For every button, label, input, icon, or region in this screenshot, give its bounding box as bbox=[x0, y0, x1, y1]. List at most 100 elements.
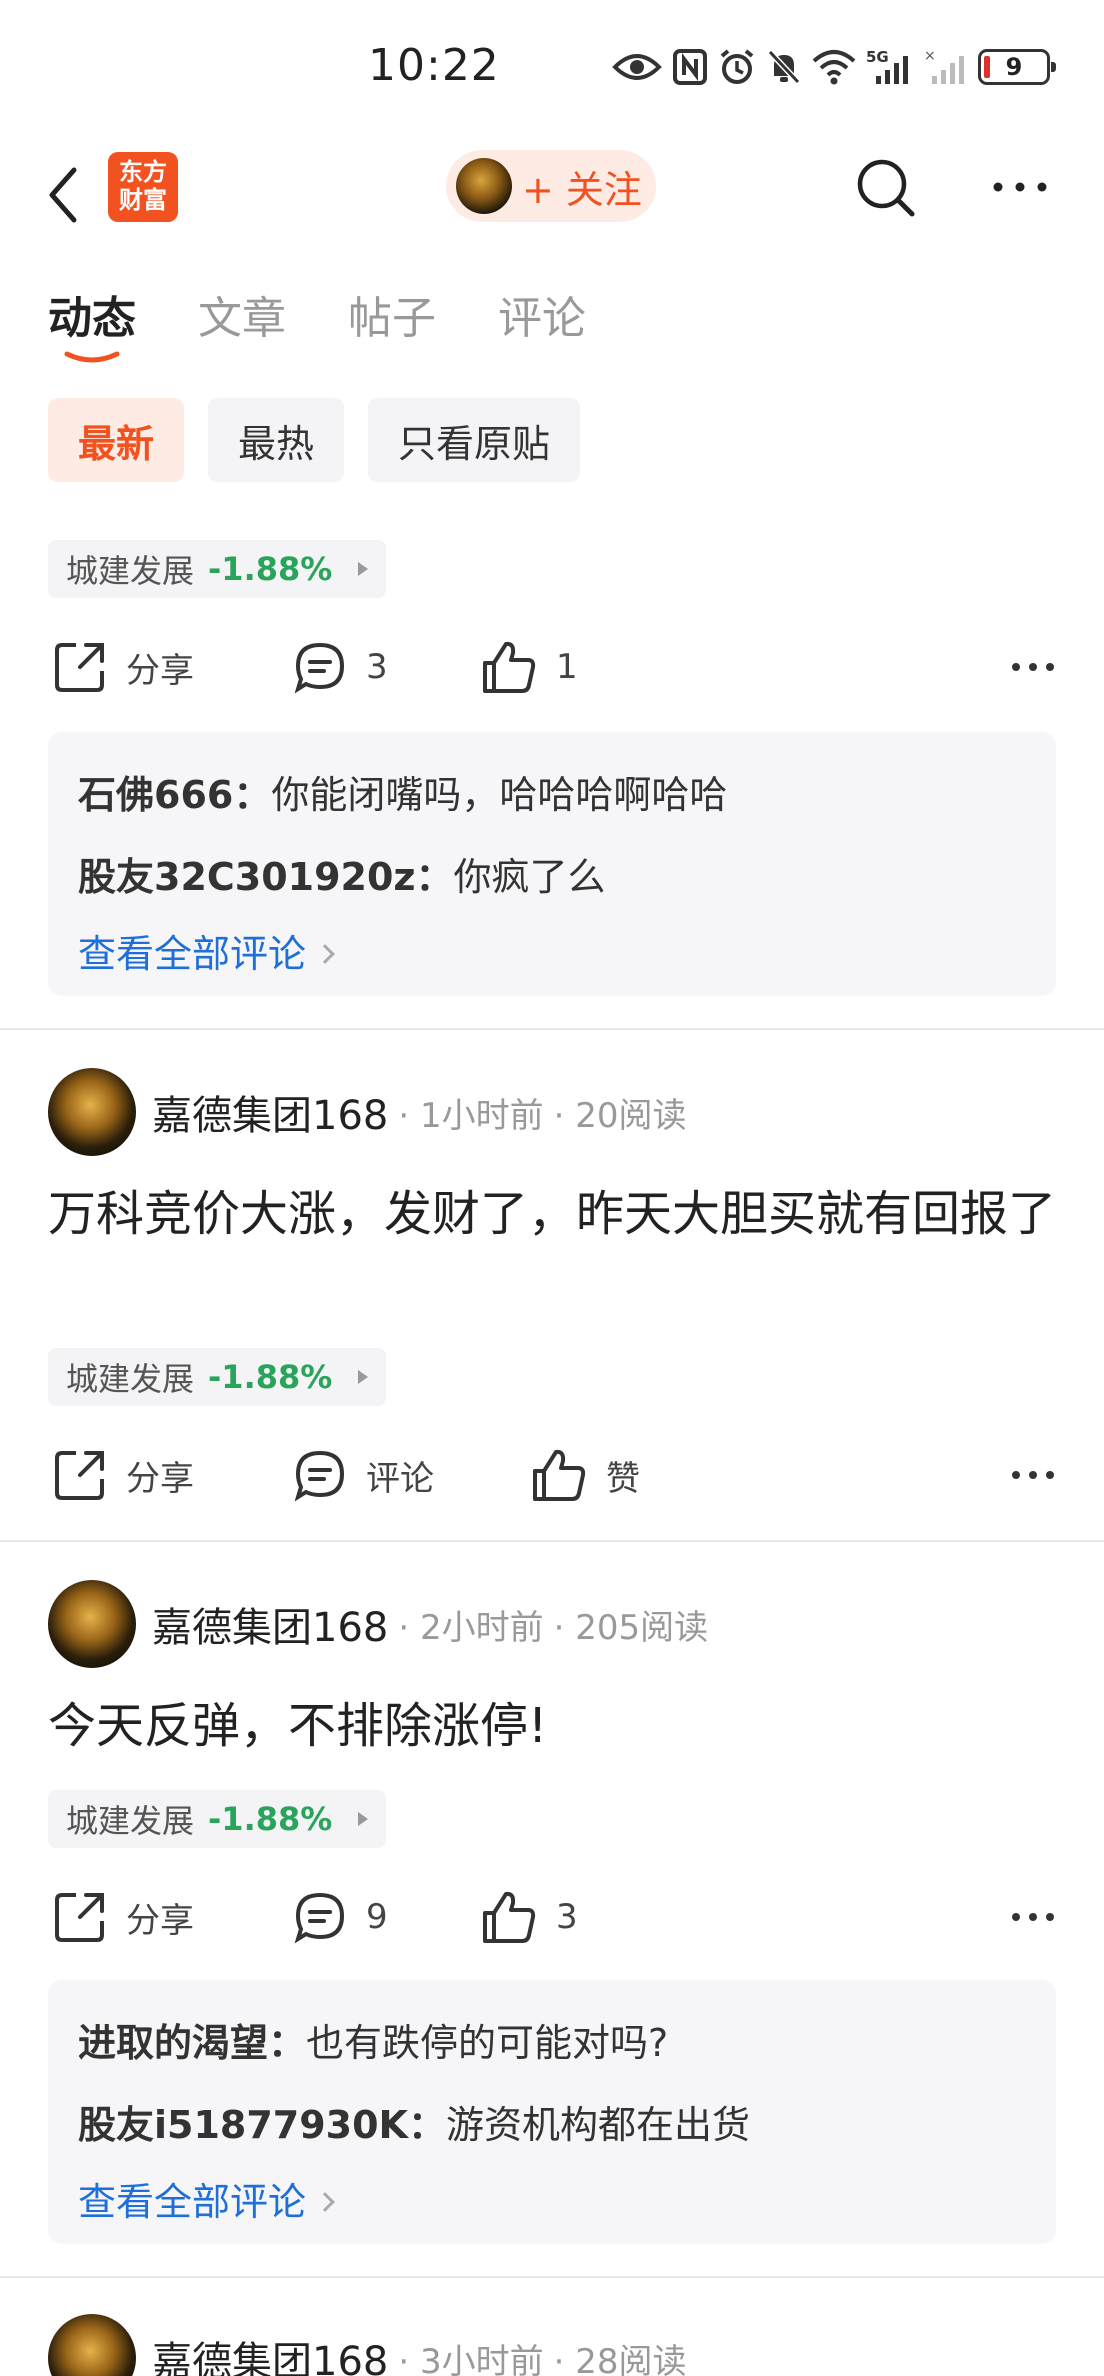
share-icon bbox=[55, 1893, 104, 1942]
commenter-name[interactable]: 进取的渴望 bbox=[78, 2021, 268, 2065]
post-actions: 分享 3 1 bbox=[48, 632, 1056, 702]
like-button[interactable]: 3 bbox=[480, 1882, 578, 1952]
tab-articles[interactable]: 文章 bbox=[198, 282, 286, 346]
commenter-name[interactable]: 股友32C301920z bbox=[78, 855, 416, 899]
read-count: · 20阅读 bbox=[553, 1095, 687, 1136]
filter-latest[interactable]: 最新 bbox=[48, 398, 185, 482]
chevron-right-icon bbox=[315, 944, 335, 964]
brand-logo[interactable]: 东方 财富 bbox=[108, 152, 178, 222]
share-button[interactable]: 分享 bbox=[52, 1440, 194, 1510]
colon: ： bbox=[415, 855, 454, 899]
author-avatar[interactable] bbox=[48, 2314, 136, 2376]
back-arrow-icon[interactable] bbox=[40, 160, 92, 230]
divider bbox=[0, 1540, 1104, 1542]
divider bbox=[0, 2276, 1104, 2278]
ellipsis-icon[interactable] bbox=[1010, 1902, 1056, 1932]
filter-original-only[interactable]: 只看原贴 bbox=[368, 398, 581, 482]
ellipsis-icon[interactable] bbox=[1010, 1460, 1056, 1490]
thumbs-up-icon bbox=[533, 1449, 586, 1501]
wifi-icon bbox=[812, 50, 856, 85]
comment-line[interactable]: 股友32C301920z：你疯了么 bbox=[78, 836, 1026, 918]
ellipsis-icon[interactable] bbox=[1010, 652, 1056, 682]
author-avatar[interactable] bbox=[48, 1580, 136, 1668]
tab-label: 评论 bbox=[498, 293, 586, 344]
logo-text-line2: 财富 bbox=[119, 186, 167, 214]
tab-label: 帖子 bbox=[348, 293, 436, 344]
svg-text:×: × bbox=[924, 48, 936, 64]
author-avatar[interactable] bbox=[48, 1068, 136, 1156]
colon: ： bbox=[233, 773, 272, 817]
thumbs-up-icon bbox=[483, 1891, 536, 1943]
status-bar: 10:22 5G × 9 bbox=[0, 0, 1104, 130]
comment-text: 你疯了么 bbox=[453, 855, 606, 899]
tab-posts[interactable]: 帖子 bbox=[348, 282, 436, 346]
comment-button[interactable]: 9 bbox=[292, 1882, 388, 1952]
filter-hottest[interactable]: 最热 bbox=[208, 398, 345, 482]
alarm-icon bbox=[720, 49, 754, 84]
stock-tag[interactable]: 城建发展 -1.88% bbox=[48, 540, 387, 598]
commenter-name[interactable]: 石佛666 bbox=[78, 773, 233, 817]
more-options-icon[interactable] bbox=[990, 172, 1050, 202]
colon: ： bbox=[268, 2021, 307, 2065]
comment-line[interactable]: 石佛666：你能闭嘴吗，哈哈哈啊哈哈 bbox=[78, 754, 1026, 836]
author-name[interactable]: 嘉德集团168 bbox=[152, 1083, 388, 1141]
play-arrow-icon bbox=[358, 562, 369, 576]
share-label: 分享 bbox=[126, 1458, 194, 1499]
like-button[interactable]: 赞 bbox=[530, 1440, 640, 1510]
share-button[interactable]: 分享 bbox=[52, 632, 194, 702]
nfc-icon bbox=[673, 49, 707, 85]
comment-line[interactable]: 进取的渴望：也有跌停的可能对吗? bbox=[78, 2002, 1026, 2084]
tab-dynamics[interactable]: 动态 bbox=[48, 282, 136, 363]
comment-line[interactable]: 股友i51877930K：游资机构都在出货 bbox=[78, 2084, 1026, 2166]
post-header: 嘉德集团168 · 3小时前 · 28阅读 bbox=[48, 2312, 687, 2376]
stock-tag[interactable]: 城建发展 -1.88% bbox=[48, 1348, 387, 1406]
comment-icon bbox=[294, 642, 345, 694]
share-button[interactable]: 分享 bbox=[52, 1882, 194, 1952]
status-icons: 5G × 9 bbox=[612, 44, 1056, 90]
tab-label: 文章 bbox=[198, 293, 286, 344]
post-content[interactable]: 万科竞价大涨，发财了，昨天大胆买就有回报了 bbox=[48, 1178, 1058, 1250]
divider bbox=[0, 1028, 1104, 1030]
stock-change: -1.88% bbox=[208, 550, 333, 588]
filter-chips: 最新 最热 只看原贴 bbox=[48, 398, 581, 482]
comment-preview-box: 石佛666：你能闭嘴吗，哈哈哈啊哈哈 股友32C301920z：你疯了么 查看全… bbox=[48, 732, 1056, 996]
stock-name: 城建发展 bbox=[66, 552, 195, 590]
comment-button[interactable]: 评论 bbox=[292, 1440, 434, 1510]
view-all-comments-link[interactable]: 查看全部评论 bbox=[78, 918, 1026, 990]
like-count: 1 bbox=[556, 647, 578, 687]
user-avatar bbox=[456, 158, 512, 214]
post-header: 嘉德集团168 · 1小时前 · 20阅读 bbox=[48, 1066, 687, 1158]
post-time: · 2小时前 bbox=[398, 1607, 544, 1648]
play-arrow-icon bbox=[358, 1812, 369, 1826]
follow-button[interactable]: + 关注 bbox=[446, 150, 656, 222]
chevron-right-icon bbox=[315, 2192, 335, 2212]
stock-change: -1.88% bbox=[208, 1800, 333, 1838]
stock-tag[interactable]: 城建发展 -1.88% bbox=[48, 1790, 387, 1848]
commenter-name[interactable]: 股友i51877930K bbox=[78, 2103, 408, 2147]
tab-comments[interactable]: 评论 bbox=[498, 282, 586, 346]
search-icon[interactable] bbox=[852, 154, 918, 220]
like-button[interactable]: 1 bbox=[480, 632, 578, 702]
post-header: 嘉德集团168 · 2小时前 · 205阅读 bbox=[48, 1578, 708, 1670]
post-time: · 1小时前 bbox=[398, 1095, 544, 1136]
signal-5g-icon: 5G bbox=[866, 48, 908, 84]
comment-count: 9 bbox=[366, 1897, 388, 1937]
read-count: · 205阅读 bbox=[553, 1607, 709, 1648]
thumbs-up-icon bbox=[483, 641, 536, 693]
author-name[interactable]: 嘉德集团168 bbox=[152, 2329, 388, 2376]
tab-label: 动态 bbox=[48, 293, 136, 344]
read-count: · 28阅读 bbox=[553, 2341, 687, 2376]
top-nav-bar: 东方 财富 + 关注 bbox=[0, 140, 1104, 250]
battery-icon: 9 bbox=[978, 49, 1056, 85]
post-content[interactable]: 今天反弹，不排除涨停! bbox=[48, 1690, 1058, 1762]
author-name[interactable]: 嘉德集团168 bbox=[152, 1595, 388, 1653]
view-all-comments-link[interactable]: 查看全部评论 bbox=[78, 2166, 1026, 2238]
view-all-label: 查看全部评论 bbox=[78, 932, 307, 976]
content-tabs: 动态 文章 帖子 评论 bbox=[48, 282, 586, 363]
like-label: 赞 bbox=[606, 1458, 640, 1499]
comment-icon bbox=[294, 1450, 345, 1502]
comment-button[interactable]: 3 bbox=[292, 632, 388, 702]
mute-icon bbox=[767, 49, 801, 85]
stock-name: 城建发展 bbox=[66, 1802, 195, 1840]
post-actions: 分享 评论 赞 bbox=[48, 1440, 1056, 1510]
